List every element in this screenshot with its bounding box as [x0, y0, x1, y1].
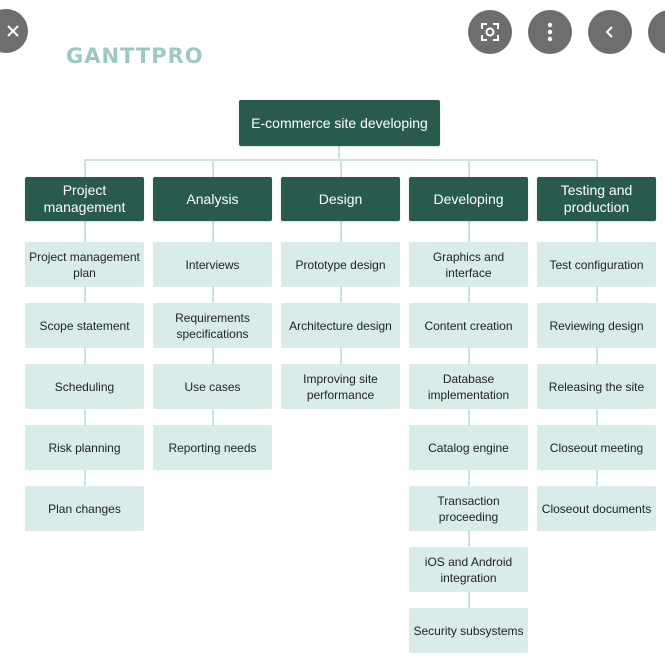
task-node: Reviewing design — [537, 303, 656, 348]
task-node: Project management plan — [25, 242, 144, 287]
task-node: Graphics and interface — [409, 242, 528, 287]
ganttpro-logo: GANTTPRO — [66, 44, 204, 68]
column-header: Design — [281, 177, 400, 221]
task-node: Releasing the site — [537, 364, 656, 409]
more-button[interactable] — [528, 10, 572, 54]
column-header: Testing and production — [537, 177, 656, 221]
more-icon — [547, 22, 553, 42]
close-button[interactable] — [0, 9, 28, 53]
task-node: Closeout documents — [537, 486, 656, 531]
task-node: Reporting needs — [153, 425, 272, 470]
task-node: Database implementation — [409, 364, 528, 409]
task-node: Test configuration — [537, 242, 656, 287]
task-node: Closeout meeting — [537, 425, 656, 470]
task-node: iOS and Android integration — [409, 547, 528, 592]
lens-button[interactable] — [468, 10, 512, 54]
task-node: Plan changes — [25, 486, 144, 531]
column-header: Analysis — [153, 177, 272, 221]
task-node: Content creation — [409, 303, 528, 348]
lens-icon — [481, 23, 499, 41]
task-node: Requirements specifications — [153, 303, 272, 348]
task-node: Scope statement — [25, 303, 144, 348]
task-node: Use cases — [153, 364, 272, 409]
column-header: Developing — [409, 177, 528, 221]
task-node: Risk planning — [25, 425, 144, 470]
edge-button[interactable] — [648, 10, 665, 54]
task-node: Prototype design — [281, 242, 400, 287]
task-node: Scheduling — [25, 364, 144, 409]
back-button[interactable] — [588, 10, 632, 54]
task-node: Architecture design — [281, 303, 400, 348]
task-node: Catalog engine — [409, 425, 528, 470]
connector-root — [338, 146, 340, 160]
task-node: Transaction proceeding — [409, 486, 528, 531]
close-icon — [7, 25, 19, 37]
back-icon — [605, 26, 613, 38]
task-node: Improving site performance — [281, 364, 400, 409]
column-header: Project management — [25, 177, 144, 221]
task-node: Security subsystems — [409, 608, 528, 653]
root-node: E-commerce site developing — [239, 100, 440, 146]
task-node: Interviews — [153, 242, 272, 287]
